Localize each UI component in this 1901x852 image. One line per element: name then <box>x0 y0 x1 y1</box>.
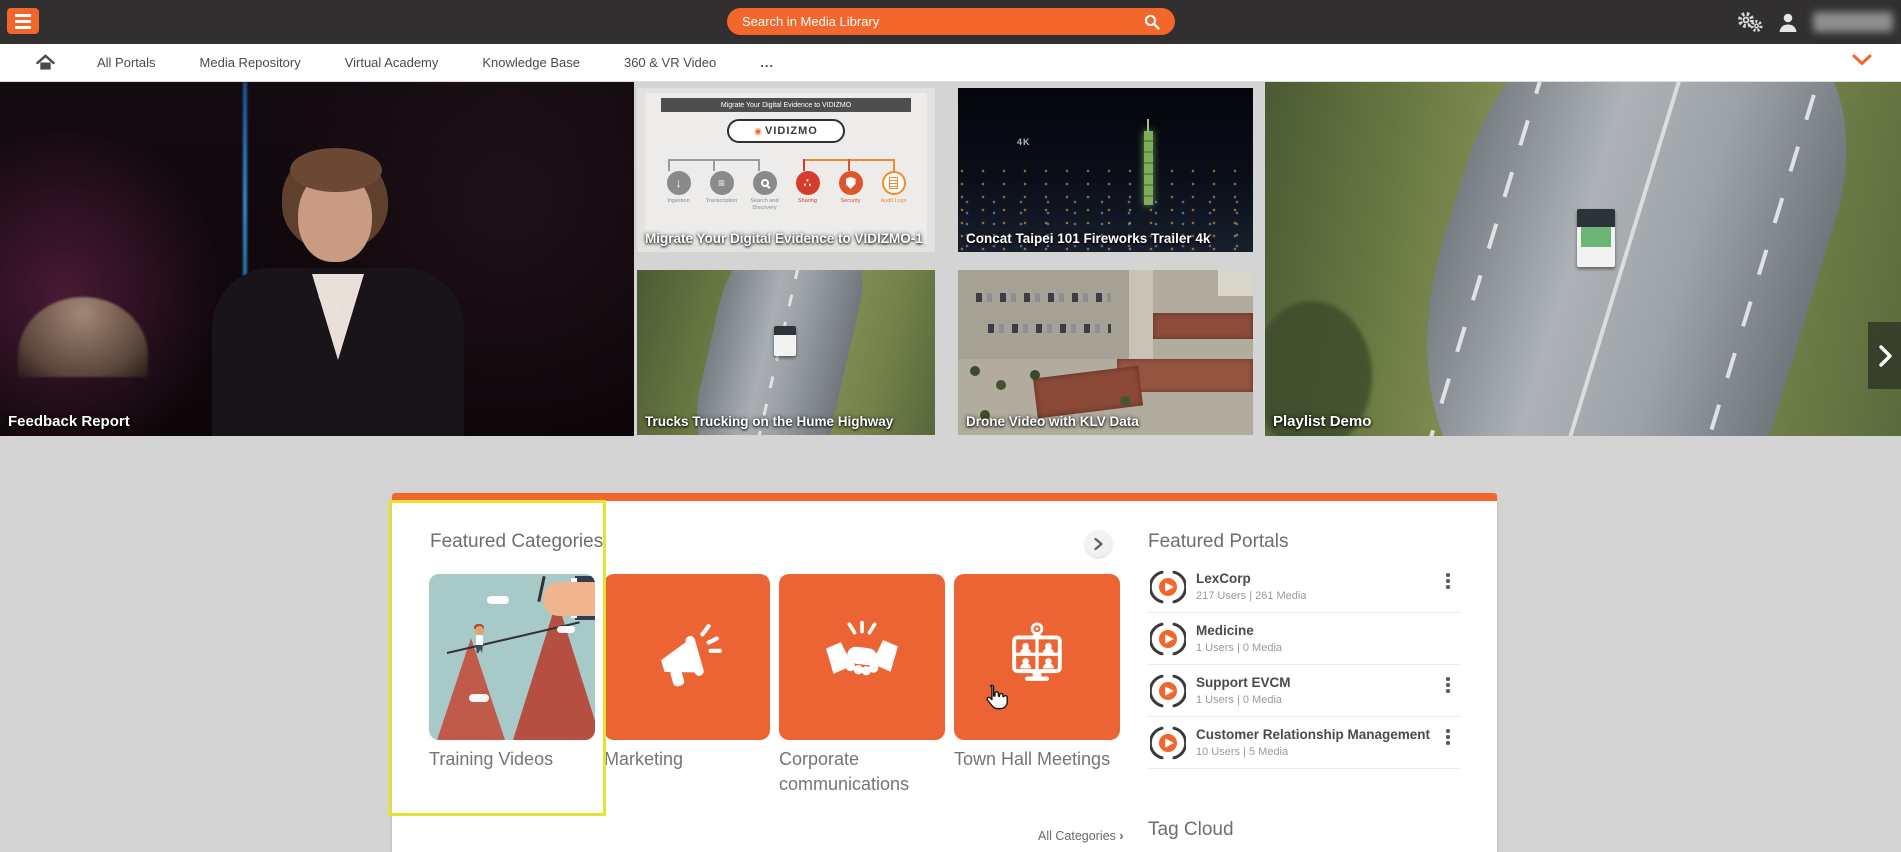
node-security: Security <box>829 171 872 211</box>
nav-item-360-vr-video[interactable]: 360 & VR Video <box>624 55 716 70</box>
portal-row-customer-relationship-management[interactable]: Customer Relationship Management 10 User… <box>1148 717 1460 769</box>
road-graphic <box>1371 82 1884 436</box>
node-sharing: ∴ Sharing <box>786 171 829 211</box>
nav-item-virtual-academy[interactable]: Virtual Academy <box>345 55 439 70</box>
portal-logo-icon <box>1150 569 1186 605</box>
chevron-right-icon: › <box>1119 829 1123 843</box>
portal-nav-bar: All Portals Media Repository Virtual Aca… <box>0 44 1901 82</box>
nav-item-media-repository[interactable]: Media Repository <box>200 55 301 70</box>
search-discovery-icon <box>753 171 777 195</box>
video-thumbnail-drone-klv[interactable]: Drone Video with KLV Data <box>958 270 1253 435</box>
node-search-discovery: Search and Discovery <box>743 171 786 211</box>
tag-cloud-heading: Tag Cloud <box>1148 819 1234 841</box>
video-conference-icon <box>999 619 1075 695</box>
drawing-hand-graphic <box>543 582 595 616</box>
audit-logs-icon <box>882 171 906 195</box>
portal-options-menu-button[interactable] <box>1440 675 1456 697</box>
tightrope-walker-graphic <box>475 626 484 635</box>
handshake-icon <box>825 620 899 694</box>
chevron-down-icon <box>1851 53 1873 67</box>
video-thumbnail-trucks-highway[interactable]: Trucks Trucking on the Hume Highway <box>637 270 935 435</box>
portal-row-support-evcm[interactable]: Support EVCM 1 Users | 0 Media <box>1148 665 1460 717</box>
search-button[interactable] <box>1141 11 1163 33</box>
truck-graphic <box>774 326 796 356</box>
chevron-right-icon <box>1093 537 1104 551</box>
topbar-actions <box>1735 0 1893 44</box>
4k-badge: 4K <box>1017 137 1031 147</box>
search-bar <box>727 8 1175 35</box>
hamburger-menu-button[interactable] <box>7 8 39 34</box>
portal-logo-icon <box>1150 673 1186 709</box>
home-nav-button[interactable] <box>36 54 55 71</box>
category-label: Town Hall Meetings <box>954 747 1120 772</box>
top-app-bar <box>0 0 1901 44</box>
category-label: Corporate communications <box>779 747 945 797</box>
featured-categories-heading: Featured Categories <box>430 531 603 553</box>
nav-item-all-portals[interactable]: All Portals <box>97 55 156 70</box>
category-tile-training-videos[interactable] <box>429 574 595 740</box>
video-thumbnail-feedback-report[interactable]: Feedback Report <box>0 82 634 436</box>
home-content-card: Featured Categories <box>392 493 1497 852</box>
video-title: Feedback Report <box>8 413 130 430</box>
security-shield-icon <box>839 171 863 195</box>
user-account-icon[interactable] <box>1777 11 1799 33</box>
carousel-next-button[interactable] <box>1868 322 1901 389</box>
nav-overflow-menu[interactable]: ... <box>760 55 774 70</box>
search-icon <box>1143 13 1161 31</box>
sharing-icon: ∴ <box>796 171 820 195</box>
search-input[interactable] <box>742 14 1141 29</box>
category-tile-town-hall-meetings[interactable] <box>954 574 1120 740</box>
taipei-101-graphic <box>1144 131 1153 205</box>
portal-options-menu-button[interactable] <box>1440 571 1456 593</box>
category-tile-marketing[interactable] <box>604 574 770 740</box>
video-thumbnail-playlist-demo[interactable]: Playlist Demo <box>1265 82 1901 436</box>
home-icon <box>36 54 55 71</box>
portal-logo-icon <box>1150 725 1186 761</box>
parking-lot-graphic <box>958 270 1129 359</box>
nav-expand-button[interactable] <box>1851 53 1873 72</box>
category-label: Marketing <box>604 747 770 772</box>
ingestion-icon: ↓ <box>667 171 691 195</box>
node-ingestion: ↓ Ingestion <box>657 171 700 211</box>
video-thumbnail-taipei-fireworks[interactable]: 4K Concat Taipei 101 Fireworks Trailer 4… <box>958 88 1253 252</box>
vidizmo-logo-dot: ◉ <box>754 126 762 137</box>
portal-row-lexcorp[interactable]: LexCorp 217 Users | 261 Media <box>1148 561 1460 613</box>
vidizmo-logo-pill: ◉ VIDIZMO <box>727 119 845 143</box>
card-accent-bar <box>392 493 1497 501</box>
featured-portals-heading: Featured Portals <box>1148 531 1288 553</box>
vidizmo-portal-home: All Portals Media Repository Virtual Aca… <box>0 0 1901 852</box>
infographic-panel: Migrate Your Digital Evidence to VIDIZMO… <box>645 93 927 244</box>
video-title: Drone Video with KLV Data <box>966 414 1139 429</box>
monument-graphic <box>18 297 148 377</box>
settings-gears-icon[interactable] <box>1735 10 1763 34</box>
video-thumbnail-migrate-evidence[interactable]: Migrate Your Digital Evidence to VIDIZMO… <box>637 88 935 252</box>
truck-graphic <box>1577 209 1615 267</box>
node-audit-logs: Audit Logs <box>872 171 915 211</box>
video-title: Concat Taipei 101 Fireworks Trailer 4k <box>966 231 1210 246</box>
categories-scroll-next-button[interactable] <box>1085 530 1112 557</box>
video-title: Migrate Your Digital Evidence to VIDIZMO… <box>645 231 923 246</box>
chevron-right-icon <box>1877 344 1893 368</box>
video-title: Playlist Demo <box>1273 413 1371 430</box>
nav-item-knowledge-base[interactable]: Knowledge Base <box>482 55 580 70</box>
portal-logo-icon <box>1150 621 1186 657</box>
transcription-icon: ≡ <box>710 171 734 195</box>
megaphone-icon <box>651 621 723 693</box>
portal-row-medicine[interactable]: Medicine 1 Users | 0 Media <box>1148 613 1460 665</box>
all-categories-link[interactable]: All Categories › <box>1038 829 1123 843</box>
featured-media-carousel: Feedback Report Migrate Your Digital Evi… <box>0 82 1901 436</box>
portal-options-menu-button[interactable] <box>1440 727 1456 749</box>
infographic-title: Migrate Your Digital Evidence to VIDIZMO <box>661 98 911 112</box>
video-title: Trucks Trucking on the Hume Highway <box>645 414 893 429</box>
node-transcription: ≡ Transcription <box>700 171 743 211</box>
category-tile-corporate-communications[interactable] <box>779 574 945 740</box>
category-label: Training Videos <box>429 747 595 772</box>
username-redacted[interactable] <box>1813 12 1893 32</box>
